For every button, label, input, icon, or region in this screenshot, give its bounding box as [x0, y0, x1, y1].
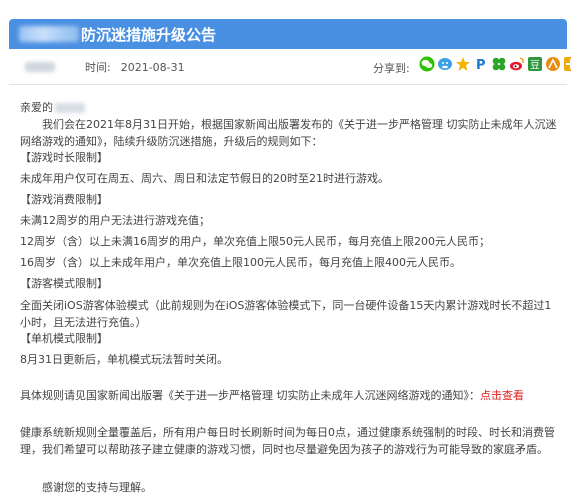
greeting-row: 亲爱的 [20, 100, 560, 116]
thanks-line: 感谢您的支持与理解。 [42, 481, 152, 494]
redacted-game-name [19, 26, 79, 42]
section-title-guest: 【游客模式限制】 [20, 277, 108, 290]
share-icons: P 豆 [419, 56, 571, 73]
announcement-body: 亲爱的 我们会在2021年8月31日开始，根据国家新闻出版署发布的《关于进一步严… [20, 100, 560, 496]
svg-text:P: P [476, 58, 486, 72]
time-label: 时间: [85, 61, 111, 74]
paipai-icon[interactable]: P [473, 56, 489, 73]
qzone-star-icon[interactable] [455, 56, 471, 72]
health-system-paragraph: 健康系统新规则全量覆盖后，所有用户每日时长刷新时间为每日0点，通过健康系统强制的… [20, 426, 555, 456]
playtime-rule: 未成年用户仅可在周五、周六、周日和法定节假日的20时至21时进行游戏。 [20, 172, 389, 185]
section-title-playtime: 【游戏时长限制】 [20, 151, 108, 164]
renren-icon[interactable] [545, 56, 561, 72]
divider [9, 84, 567, 85]
share-label: 分享到: [373, 62, 410, 75]
spending-rule-12to16: 12周岁（含）以上未满16周岁的用户，单次充值上限50元人民币，每月充值上限20… [20, 235, 490, 248]
detail-text: 具体规则请见国家新闻出版署《关于进一步严格管理 切实防止未成年人沉迷网络游戏的通… [20, 389, 480, 402]
svg-text:豆: 豆 [530, 60, 540, 72]
announcement-title-bar: 防沉迷措施升级公告 [9, 19, 567, 49]
guest-mode-rule: 全面关闭iOS游客体验模式（此前规则为在iOS游客体验模式下，同一台硬件设备15… [20, 299, 552, 329]
intro-paragraph: 我们会在2021年8月31日开始，根据国家新闻出版署发布的《关于进一步严格管理 … [20, 118, 557, 148]
clover-icon[interactable] [491, 56, 507, 72]
detail-paragraph: 具体规则请见国家新闻出版署《关于进一步严格管理 切实防止未成年人沉迷网络游戏的通… [20, 388, 560, 404]
qq-icon[interactable] [437, 56, 453, 72]
meta-row: 时间: 2021-08-31 分享到: P 豆 [9, 56, 571, 78]
page-title: 防沉迷措施升级公告 [81, 25, 217, 44]
time-value: 2021-08-31 [120, 60, 185, 74]
offline-mode-rule: 8月31日更新后，单机模式玩法暂时关闭。 [20, 353, 228, 366]
redacted-username [55, 103, 85, 113]
wechat-icon[interactable] [419, 56, 435, 72]
section-title-offline: 【单机模式限制】 [20, 332, 108, 345]
weibo-icon[interactable] [509, 56, 525, 72]
view-link[interactable]: 点击查看 [480, 389, 524, 402]
spending-rule-under12: 未满12周岁的用户无法进行游戏充值； [20, 214, 210, 227]
greeting: 亲爱的 [20, 101, 53, 114]
douban-icon[interactable]: 豆 [527, 56, 543, 72]
section-title-spending: 【游戏消费限制】 [20, 193, 108, 206]
more-icon[interactable] [563, 56, 571, 72]
redacted-author [25, 62, 55, 72]
spending-rule-16to18: 16周岁（含）以上未成年用户，单次充值上限100元人民币，每月充值上限400元人… [20, 256, 461, 269]
